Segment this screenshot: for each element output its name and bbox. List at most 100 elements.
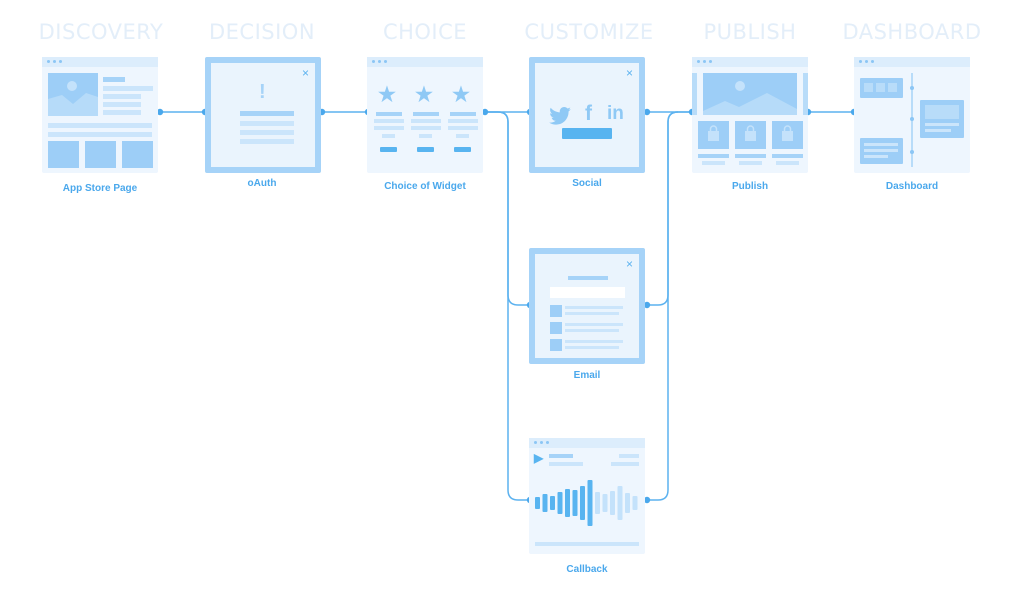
waveform-bar [625,493,630,513]
text-line [776,161,799,165]
text-line [735,154,766,158]
text-line [48,132,152,137]
text-line [450,112,476,116]
waveform-bar [535,497,540,509]
text-line [565,306,623,309]
select-widget-button [454,147,471,152]
thumbnail [122,141,153,168]
text-line [103,102,141,107]
column-title-customize: CUSTOMIZE [524,20,654,44]
column-title-decision: DECISION [208,20,316,44]
column-title-publish: PUBLISH [703,20,797,44]
text-line [240,111,294,116]
product-tile [772,121,803,149]
shopping-bag-icon [782,125,793,141]
text-line [374,119,404,123]
star-icon: ★ [452,84,470,106]
text-line [411,126,441,130]
star-icon: ★ [378,84,396,106]
window-titlebar [42,57,158,67]
window-titlebar [529,438,645,448]
text-line [103,77,125,82]
text-line [419,134,432,138]
shopping-bag-icon [745,125,756,141]
node-oauth[interactable]: × ! [205,57,321,173]
connector-choice-callback [485,111,530,501]
text-line [448,126,478,130]
carousel-edge [692,73,697,115]
text-line [103,86,153,91]
text-line [698,154,729,158]
waveform-bar [580,486,585,520]
column-title-dashboard: DASHBOARD [842,20,982,44]
thumbnail [48,141,79,168]
connector-callback-publish [647,111,679,501]
text-line [568,276,608,280]
text-line [565,323,623,326]
text-line [565,346,619,349]
connector-email-publish [647,111,692,306]
text-line [619,454,639,458]
text-line [103,94,141,99]
play-icon: ▶ [534,451,544,465]
waveform-bar [557,492,563,514]
checkbox-placeholder [550,322,562,334]
audio-waveform [535,480,638,526]
close-icon: × [625,257,633,271]
waveform-bar [572,490,578,516]
waveform-bar [550,496,555,510]
text-line [456,134,469,138]
node-app-store-page[interactable] [42,57,158,173]
node-choice-of-widget[interactable]: ★ ★ ★ [367,57,483,173]
user-flow-diagram: DISCOVERY DECISION CHOICE CUSTOMIZE PUBL… [0,0,1024,602]
text-line [240,139,294,144]
node-email[interactable]: × [529,248,645,364]
product-tile [735,121,766,149]
product-tile [698,121,729,149]
twitter-icon [549,107,571,125]
waveform-bar [595,492,600,514]
progress-track [535,542,639,546]
text-line [549,454,573,458]
column-title-discovery: DISCOVERY [38,20,164,44]
text-line [376,112,402,116]
text-line [103,110,141,115]
node-dashboard[interactable] [854,57,970,173]
window-titlebar [692,57,808,67]
node-label-dashboard: Dashboard [885,181,939,192]
node-label-social: Social [572,178,602,189]
email-input-placeholder [550,287,625,298]
waveform-bar [617,486,623,520]
node-social[interactable]: × f in [529,57,645,173]
timeline-dots [910,86,914,154]
text-line [772,154,803,158]
text-line [702,161,725,165]
text-line [565,340,623,343]
node-label-oauth: oAuth [247,178,277,189]
checkbox-placeholder [550,339,562,351]
text-line [48,123,152,128]
select-widget-button [380,147,397,152]
waveform-bar [632,496,638,510]
text-line [240,121,294,126]
waveform-bar [602,494,608,512]
text-line [382,134,395,138]
exclamation-icon: ! [259,81,266,103]
text-line [448,119,478,123]
node-label-callback: Callback [566,564,608,575]
node-label-email: Email [573,370,601,381]
text-line [549,462,583,466]
node-callback[interactable]: ▶ [529,438,645,554]
text-line [565,329,619,332]
node-label-publish: Publish [731,181,769,192]
node-label-app-store-page: App Store Page [62,183,138,194]
waveform-bar [610,491,615,515]
shopping-bag-icon [708,125,719,141]
carousel-edge [803,73,808,115]
node-publish[interactable] [692,57,808,173]
star-icon: ★ [415,84,433,106]
waveform-bar [587,480,593,526]
waveform-bar [542,494,548,512]
text-line [565,312,619,315]
text-line [240,130,294,135]
